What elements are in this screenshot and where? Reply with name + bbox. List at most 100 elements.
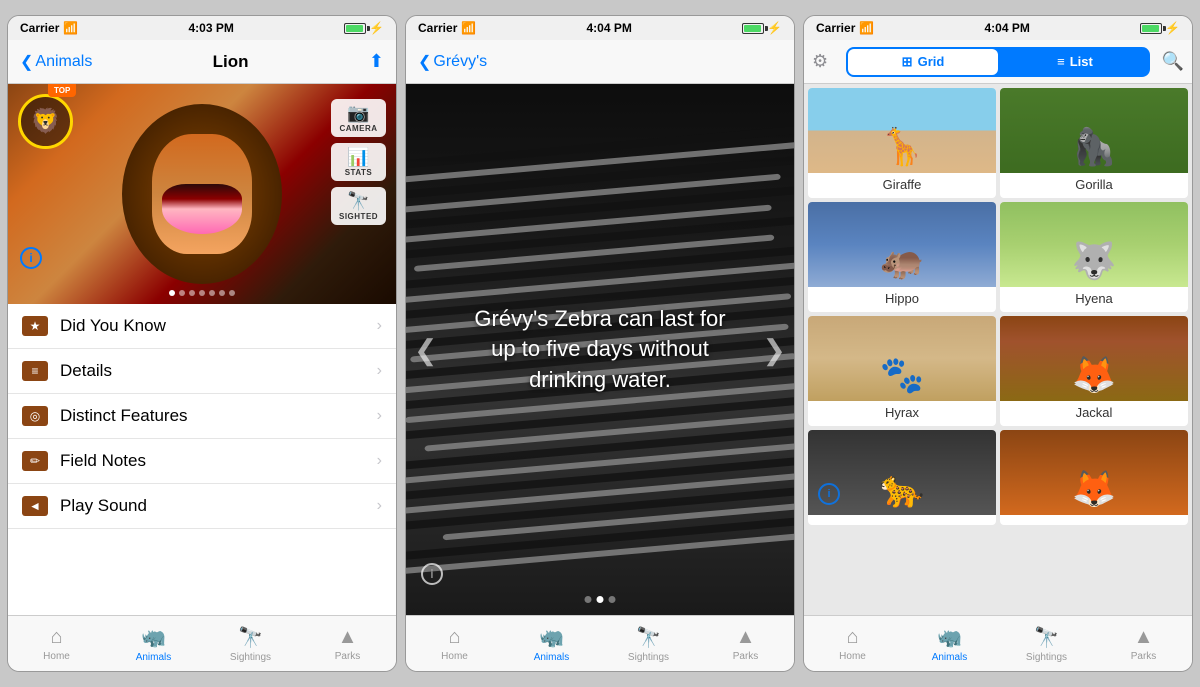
tab-animals-3[interactable]: 🦏 Animals — [901, 616, 998, 671]
hyrax-thumbnail: 🐾 — [808, 316, 996, 401]
dot-7 — [229, 290, 235, 296]
zebra-dot-1 — [585, 596, 592, 603]
camera-icon: 📷 — [339, 103, 378, 124]
back-button-2[interactable]: ❮ Grévy's — [418, 52, 487, 72]
lion-image-area: 🦁 TOP 📷 CAMERA 📊 STATS 🔭 SIGHTED — [8, 84, 396, 304]
animals-tab-label-2: Animals — [534, 652, 570, 663]
tab-home-1[interactable]: ⌂ Home — [8, 616, 105, 671]
next-arrow[interactable]: ❯ — [763, 333, 786, 366]
dot-1 — [169, 290, 175, 296]
nav-bar-3: ⚙ ⊞ Grid ≡ List 🔍 — [804, 40, 1192, 84]
animal-cell-hyrax[interactable]: 🐾 Hyrax — [808, 316, 996, 426]
hippo-thumbnail: 🦛 — [808, 202, 996, 287]
dot-2 — [179, 290, 185, 296]
battery-icon-1 — [344, 23, 366, 34]
animal-cell-gorilla[interactable]: 🦍 Gorilla — [1000, 88, 1188, 198]
chevron-left-icon-2: ❮ — [418, 52, 431, 72]
parks-tab-label-2: Parks — [733, 651, 759, 662]
share-button-1[interactable]: ⬆ — [369, 51, 384, 72]
home-tab-label-1: Home — [43, 651, 70, 662]
camera-label: CAMERA — [339, 124, 378, 133]
chevron-right-1: › — [377, 317, 382, 335]
tab-parks-3[interactable]: ▲ Parks — [1095, 616, 1192, 671]
carrier-label-1: Carrier — [20, 21, 59, 35]
field-notes-label: Field Notes — [60, 451, 377, 471]
info-button-2[interactable]: i — [421, 563, 443, 585]
parks-tab-label-1: Parks — [335, 651, 361, 662]
settings-button[interactable]: ⚙ — [812, 51, 840, 72]
sighted-button[interactable]: 🔭 SIGHTED — [331, 187, 386, 225]
wifi-icon-2: 📶 — [461, 21, 476, 35]
jackal-name: Jackal — [1000, 401, 1188, 426]
segment-control: ⊞ Grid ≡ List — [846, 47, 1150, 77]
star-icon: ★ — [22, 316, 48, 336]
animal-cell-7b[interactable]: 🦊 — [1000, 430, 1188, 525]
lion-controls: 📷 CAMERA 📊 STATS 🔭 SIGHTED — [331, 99, 386, 225]
search-button[interactable]: 🔍 — [1156, 51, 1184, 72]
tab-bar-2: ⌂ Home 🦏 Animals 🔭 Sightings ▲ Parks — [406, 615, 794, 671]
tab-home-3[interactable]: ⌂ Home — [804, 616, 901, 671]
lightning-icon-2: ⚡ — [767, 21, 782, 35]
status-right-2: ⚡ — [742, 21, 782, 35]
status-bar-2: Carrier 📶 4:04 PM ⚡ — [406, 16, 794, 40]
lightning-icon-3: ⚡ — [1165, 21, 1180, 35]
parks-tab-label-3: Parks — [1131, 651, 1157, 662]
zebra-image-area: Grévy's Zebra can last for up to five da… — [406, 84, 794, 615]
menu-item-did-you-know[interactable]: ★ Did You Know › — [8, 304, 396, 349]
tab-sightings-1[interactable]: 🔭 Sightings — [202, 616, 299, 671]
status-left-3: Carrier 📶 — [816, 21, 874, 35]
animal-grid: 🦒 Giraffe 🦍 Gorilla 🦛 Hippo — [808, 88, 1188, 525]
grid-button[interactable]: ⊞ Grid — [848, 49, 998, 75]
menu-item-distinct-features[interactable]: ◎ Distinct Features › — [8, 394, 396, 439]
info-button-1[interactable]: i — [20, 247, 42, 269]
camera-button[interactable]: 📷 CAMERA — [331, 99, 386, 137]
info-overlay: i — [818, 483, 840, 505]
animal-grid-scroll: 🦒 Giraffe 🦍 Gorilla 🦛 Hippo — [804, 84, 1192, 615]
dot-6 — [219, 290, 225, 296]
animal-cell-giraffe[interactable]: 🦒 Giraffe — [808, 88, 996, 198]
tab-animals-2[interactable]: 🦏 Animals — [503, 616, 600, 671]
prev-arrow[interactable]: ❮ — [414, 333, 437, 366]
animals-tab-icon-1: 🦏 — [141, 625, 166, 650]
hippo-name: Hippo — [808, 287, 996, 312]
hyena-thumbnail: 🐺 — [1000, 202, 1188, 287]
tab-bar-1: ⌂ Home 🦏 Animals 🔭 Sightings ▲ Parks — [8, 615, 396, 671]
grid-label: Grid — [918, 54, 945, 69]
tab-sightings-2[interactable]: 🔭 Sightings — [600, 616, 697, 671]
animal-cell-hippo[interactable]: 🦛 Hippo — [808, 202, 996, 312]
stats-button[interactable]: 📊 STATS — [331, 143, 386, 181]
gorilla-name: Gorilla — [1000, 173, 1188, 198]
animal-cell-7a[interactable]: 🐆 i — [808, 430, 996, 525]
status-bar-3: Carrier 📶 4:04 PM ⚡ — [804, 16, 1192, 40]
circle-icon: ◎ — [22, 406, 48, 426]
animals-tab-icon-2: 🦏 — [539, 625, 564, 650]
time-2: 4:04 PM — [587, 21, 632, 35]
back-label-1: Animals — [35, 53, 92, 71]
sound-icon: ◄ — [22, 496, 48, 516]
sightings-tab-icon-2: 🔭 — [636, 625, 661, 650]
status-left-1: Carrier 📶 — [20, 21, 78, 35]
chevron-right-2: › — [377, 362, 382, 380]
animal-cell-jackal[interactable]: 🦊 Jackal — [1000, 316, 1188, 426]
menu-item-details[interactable]: ≡ Details › — [8, 349, 396, 394]
tab-home-2[interactable]: ⌂ Home — [406, 616, 503, 671]
tab-sightings-3[interactable]: 🔭 Sightings — [998, 616, 1095, 671]
menu-item-play-sound[interactable]: ◄ Play Sound › — [8, 484, 396, 529]
chevron-right-4: › — [377, 452, 382, 470]
nav-bar-1: ❮ Animals Lion ⬆ — [8, 40, 396, 84]
animal-cell-hyena[interactable]: 🐺 Hyena — [1000, 202, 1188, 312]
tab-parks-1[interactable]: ▲ Parks — [299, 616, 396, 671]
tab-animals-1[interactable]: 🦏 Animals — [105, 616, 202, 671]
sightings-tab-label-2: Sightings — [628, 652, 669, 663]
time-3: 4:04 PM — [985, 21, 1030, 35]
back-button-1[interactable]: ❮ Animals — [20, 52, 92, 72]
sightings-tab-icon-1: 🔭 — [238, 625, 263, 650]
menu-item-field-notes[interactable]: ✏ Field Notes › — [8, 439, 396, 484]
home-tab-icon-3: ⌂ — [846, 626, 858, 649]
home-tab-label-2: Home — [441, 651, 468, 662]
page-title-1: Lion — [92, 52, 369, 72]
animal-name-7a — [808, 515, 996, 525]
gorilla-thumbnail: 🦍 — [1000, 88, 1188, 173]
tab-parks-2[interactable]: ▲ Parks — [697, 616, 794, 671]
list-button[interactable]: ≡ List — [1000, 47, 1150, 77]
